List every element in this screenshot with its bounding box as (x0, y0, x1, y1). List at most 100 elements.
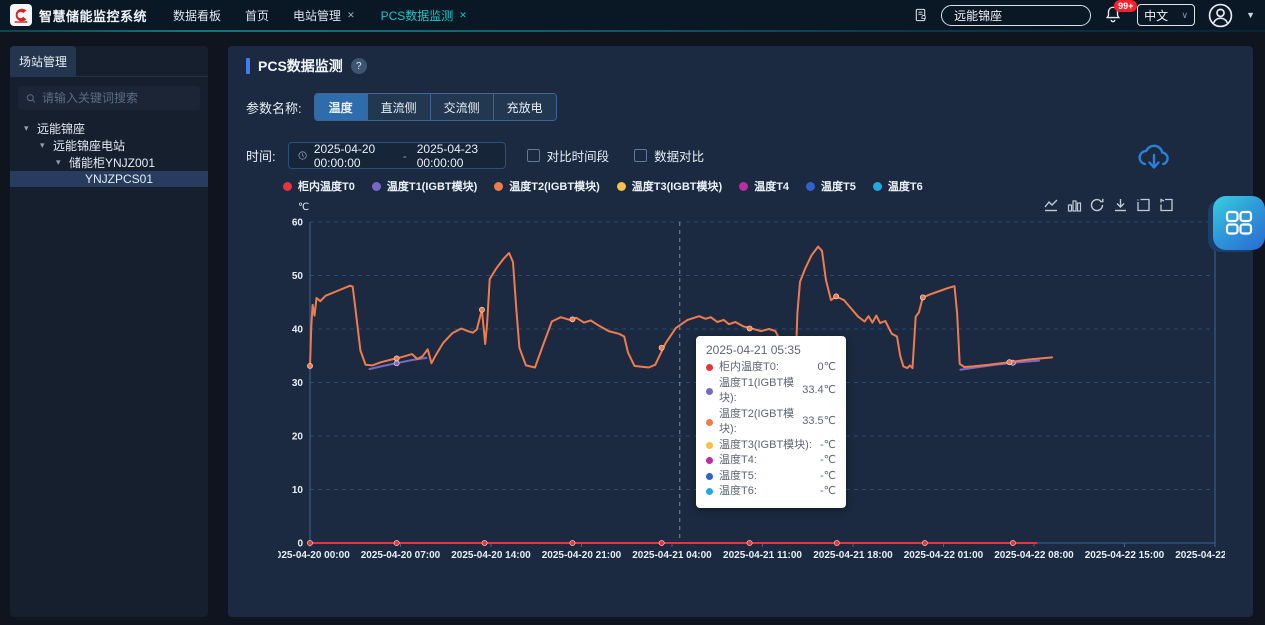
series-dot-icon (706, 488, 713, 495)
series-dot-icon (706, 457, 713, 464)
caret-down-icon[interactable]: ▾ (24, 123, 32, 134)
bar-chart-icon[interactable] (1067, 198, 1082, 212)
quick-menu-button[interactable] (1213, 196, 1265, 250)
series-dot-icon (706, 364, 713, 371)
time-range-picker[interactable]: 2025-04-20 00:00:00 - 2025-04-23 00:00:0… (288, 142, 506, 169)
app-logo[interactable] (10, 4, 32, 26)
legend-label: 温度T3(IGBT模块) (632, 178, 722, 194)
line-chart-icon[interactable] (1044, 198, 1059, 212)
page-title: PCS数据监测 (258, 56, 343, 76)
svg-text:2025-04-22 08:00: 2025-04-22 08:00 (994, 550, 1074, 561)
grid-menu-icon (1224, 208, 1254, 238)
legend-item-2[interactable]: 温度T2(IGBT模块) (494, 178, 599, 194)
param-button-temperature[interactable]: 温度 (315, 94, 367, 120)
svg-text:0: 0 (297, 539, 303, 550)
notifications-button[interactable]: 99+ (1104, 5, 1124, 25)
param-button-group: 温度 直流侧 交流侧 充放电 (314, 93, 557, 121)
language-select[interactable]: 中文 ∨ (1137, 4, 1195, 26)
tooltip-row: 温度T6:-℃ (706, 484, 836, 500)
user-menu-caret-icon[interactable]: ▼ (1246, 10, 1255, 20)
svg-text:60: 60 (292, 218, 304, 229)
tooltip-row: 温度T3(IGBT模块):-℃ (706, 438, 836, 454)
svg-text:10: 10 (292, 485, 304, 496)
svg-text:2025-04-22 01:00: 2025-04-22 01:00 (904, 550, 984, 561)
avatar[interactable] (1208, 3, 1233, 28)
logo-icon (12, 6, 30, 24)
param-button-dc-side[interactable]: 直流侧 (367, 94, 430, 120)
data-zoom-icon[interactable] (1136, 198, 1151, 212)
navbar-right: 远能锦座 99+ 中文 ∨ ▼ (913, 3, 1255, 28)
tooltip-row: 温度T4:-℃ (706, 453, 836, 469)
svg-text:2025-04-20 00:00: 2025-04-20 00:00 (278, 550, 350, 561)
tree-node-level1[interactable]: ▾ 远能锦座电站 (10, 137, 208, 154)
tree-node-level0[interactable]: ▾ 远能锦座 (10, 120, 208, 137)
station-search-input[interactable]: 远能锦座 (941, 5, 1091, 26)
time-label: 时间: (246, 146, 276, 165)
tooltip-row: 温度T2(IGBT模块):33.5℃ (706, 407, 836, 438)
legend-item-1[interactable]: 温度T1(IGBT模块) (372, 178, 477, 194)
time-start-value[interactable]: 2025-04-20 00:00:00 (314, 142, 393, 170)
chart-legend: 柜内温度T0 温度T1(IGBT模块) 温度T2(IGBT模块) 温度T3(IGBT模… (283, 178, 923, 194)
svg-text:2025-04-20 14:00: 2025-04-20 14:00 (451, 550, 531, 561)
legend-item-0[interactable]: 柜内温度T0 (283, 178, 355, 194)
tree-search-input[interactable] (42, 91, 192, 105)
svg-text:℃: ℃ (298, 202, 309, 213)
tooltip-row: 温度T1(IGBT模块):33.4℃ (706, 376, 836, 407)
cloud-download-icon[interactable] (1135, 140, 1173, 176)
legend-label: 温度T2(IGBT模块) (509, 178, 599, 194)
series-dot-icon (706, 419, 713, 426)
report-icon[interactable] (913, 8, 928, 22)
series-dot-icon (706, 442, 713, 449)
tab-station-management[interactable]: 电站管理 ✕ (293, 7, 355, 24)
close-icon[interactable]: ✕ (347, 10, 355, 21)
restore-icon[interactable] (1090, 198, 1105, 212)
help-icon[interactable]: ? (351, 58, 367, 74)
legend-item-5[interactable]: 温度T5 (806, 178, 856, 194)
tree-node-level2[interactable]: ▾ 储能柜YNJZ001 (10, 154, 208, 171)
checkbox-icon[interactable] (527, 149, 540, 162)
caret-down-icon[interactable]: ▾ (40, 140, 48, 151)
chart-toolbar (1044, 198, 1174, 212)
compare-period-checkbox[interactable]: 对比时间段 (527, 146, 610, 165)
title-accent-bar (246, 58, 250, 74)
tree-node-selected[interactable]: YNJZPCS01 (10, 171, 208, 187)
legend-dot-icon (806, 182, 815, 191)
legend-label: 温度T1(IGBT模块) (387, 178, 477, 194)
nav-item-dashboard[interactable]: 数据看板 (173, 7, 221, 24)
param-button-charge-discharge[interactable]: 充放电 (493, 94, 556, 120)
svg-text:2025-04-21 04:00: 2025-04-21 04:00 (632, 550, 712, 561)
zoom-reset-icon[interactable] (1159, 198, 1174, 212)
legend-dot-icon (283, 182, 292, 191)
legend-item-4[interactable]: 温度T4 (739, 178, 789, 194)
legend-label: 温度T6 (888, 178, 923, 194)
data-compare-checkbox[interactable]: 数据对比 (634, 146, 704, 165)
close-icon[interactable]: ✕ (459, 10, 467, 21)
legend-item-3[interactable]: 温度T3(IGBT模块) (617, 178, 722, 194)
save-image-icon[interactable] (1113, 198, 1128, 212)
legend-dot-icon (873, 182, 882, 191)
time-separator: - (400, 149, 410, 163)
tab-station-tree[interactable]: 场站管理 (10, 46, 76, 77)
param-button-ac-side[interactable]: 交流侧 (430, 94, 493, 120)
svg-text:50: 50 (292, 271, 304, 282)
sidebar: 场站管理 ▾ 远能锦座 ▾ 远能锦座电站 ▾ 储能柜YNJZ001 YN (10, 46, 208, 617)
clock-icon (298, 149, 307, 162)
tooltip-row: 柜内温度T0:0℃ (706, 360, 836, 376)
legend-item-6[interactable]: 温度T6 (873, 178, 923, 194)
param-label: 参数名称: (246, 98, 302, 117)
search-icon (26, 92, 36, 105)
time-end-value[interactable]: 2025-04-23 00:00:00 (417, 142, 496, 170)
tree-search-box[interactable] (18, 86, 200, 110)
caret-down-icon[interactable]: ▾ (56, 157, 64, 168)
svg-text:2025-04-21 18:00: 2025-04-21 18:00 (813, 550, 893, 561)
legend-dot-icon (739, 182, 748, 191)
tab-pcs-data-monitoring[interactable]: PCS数据监测 ✕ (381, 7, 467, 24)
chart-tooltip: 2025-04-21 05:35 柜内温度T0:0℃温度T1(IGBT模块):3… (696, 336, 846, 508)
svg-text:20: 20 (292, 432, 304, 443)
svg-text:2025-04-22 22:00: 2025-04-22 22:00 (1175, 550, 1225, 561)
legend-dot-icon (617, 182, 626, 191)
svg-text:2025-04-20 21:00: 2025-04-20 21:00 (542, 550, 622, 561)
nav-item-home[interactable]: 首页 (245, 7, 269, 24)
checkbox-icon[interactable] (634, 149, 647, 162)
legend-dot-icon (372, 182, 381, 191)
